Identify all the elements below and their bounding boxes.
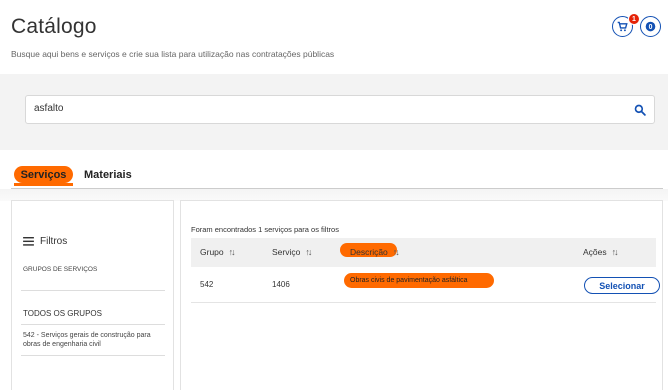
sort-icon: ↑↓ [611,247,619,257]
column-header-grupo[interactable]: Grupo ↑↓ [200,247,236,257]
filters-title: Filtros [40,236,68,247]
column-header-acoes[interactable]: Ações ↑↓ [583,247,619,257]
divider [21,355,165,356]
svg-text:0: 0 [649,24,653,31]
cell-grupo: 542 [200,280,214,289]
cell-servico: 1406 [272,280,290,289]
filter-panel: Filtros GRUPOS DE SERVIÇOS TODOS OS GRUP… [11,200,174,390]
page-subtitle: Busque aqui bens e serviços e crie sua l… [11,49,335,59]
sort-icon: ↑↓ [305,247,312,257]
column-header-servico[interactable]: Serviço ↑↓ [272,247,312,257]
table-header: Grupo ↑↓ Serviço ↑↓ Descrição ↑↓ Ações ↑… [191,238,656,267]
search-box [25,95,655,124]
cell-descricao: Obras civis de pavimentação asfáltica [344,273,494,288]
results-count-text: Foram encontrados 1 serviços para os fil… [191,225,339,234]
search-icon[interactable] [634,104,646,116]
results-panel: Foram encontrados 1 serviços para os fil… [180,200,663,390]
sort-icon: ↑↓ [392,247,400,257]
sort-icon: ↑↓ [228,247,236,257]
search-input[interactable] [34,103,594,114]
cart-count-badge: 1 [628,13,640,25]
page-title: Catálogo [11,15,97,38]
divider [21,290,165,291]
group-option-542[interactable]: 542 - Serviços gerais de construção para… [23,331,168,349]
active-tab-indicator [14,183,73,186]
column-header-descricao[interactable]: Descrição ↑↓ [350,247,400,257]
all-groups-option[interactable]: TODOS OS GRUPOS [23,309,102,318]
cart-icon [617,21,628,32]
select-button[interactable]: Selecionar [584,277,660,294]
filter-lines-icon [23,237,34,246]
filters-header: Filtros [23,236,67,247]
tab-materiais[interactable]: Materiais [84,166,132,183]
info-button[interactable]: 0 [640,16,661,37]
tab-servicos[interactable]: Serviços [14,166,73,183]
info-icon: 0 [645,21,656,32]
table-row: 542 1406 Obras civis de pavimentação asf… [191,267,660,303]
divider [21,324,165,325]
tab-bar: Serviços Materiais [11,163,663,189]
group-heading: GRUPOS DE SERVIÇOS [23,266,98,273]
